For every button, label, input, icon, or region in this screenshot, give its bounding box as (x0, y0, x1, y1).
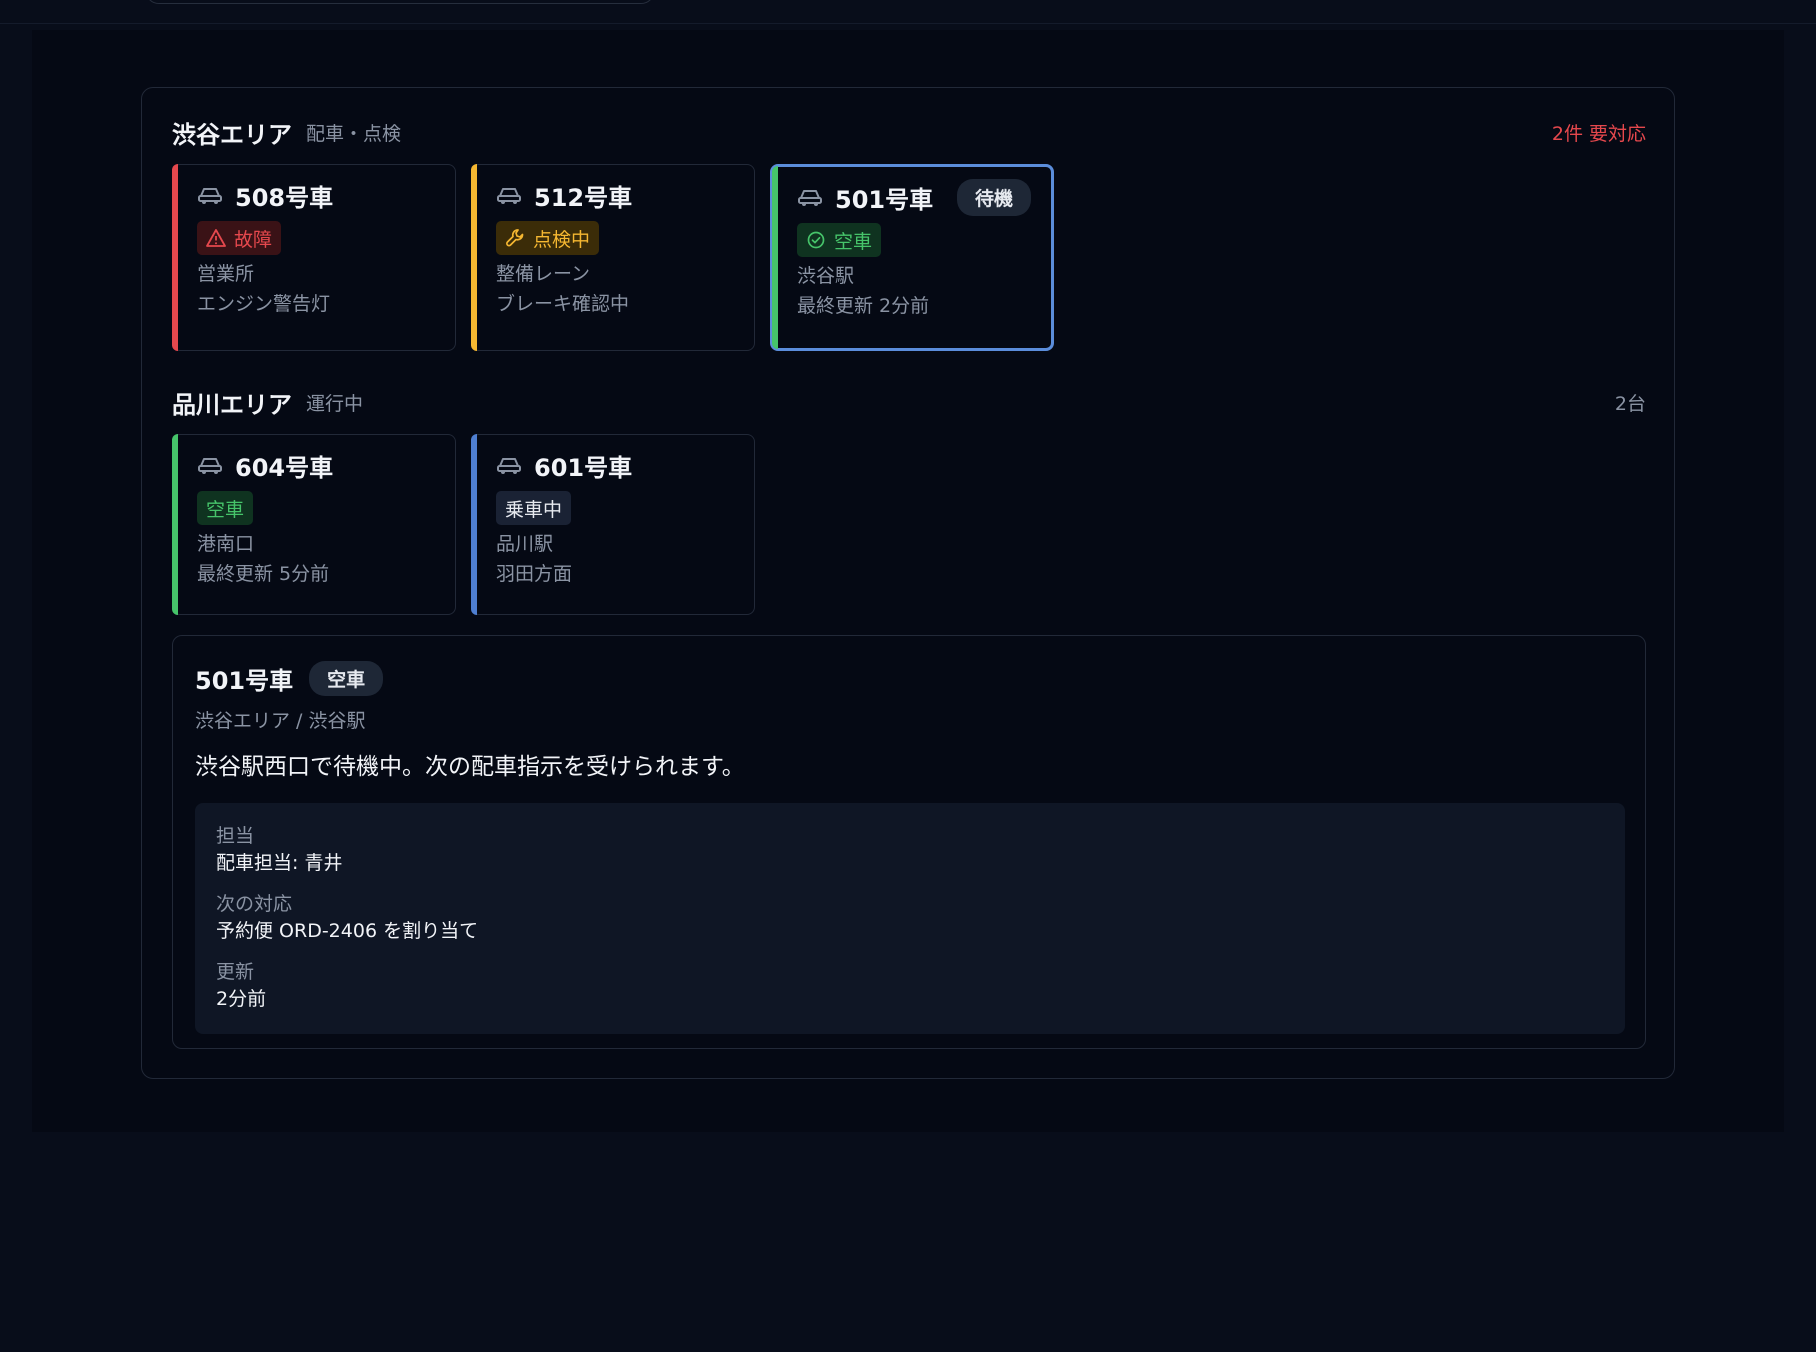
car-icon (497, 188, 521, 204)
vehicle-card-501[interactable]: 501号車 待機 空車 渋谷駅 最終更新 2分前 (770, 164, 1054, 351)
status-badge-vacant: 空車 (797, 223, 882, 257)
status-badge-occupied: 乗車中 (496, 491, 572, 525)
group-subtitle: 配車・点検 (306, 122, 402, 145)
status-label: 空車 (834, 230, 873, 253)
vehicle-name: 501号車 (835, 185, 934, 214)
detail-description: 渋谷駅西口で待機中。次の配車指示を受けられます。 (195, 754, 745, 780)
vehicle-note: 羽田方面 (496, 563, 573, 585)
group-title: 品川エリア (172, 390, 292, 419)
vehicle-name: 512号車 (534, 183, 633, 212)
fact-value-next-action: 予約便 ORD-2406 を割り当て (216, 920, 479, 942)
fact-label-next-action: 次の対応 (216, 893, 293, 915)
fleet-panel: 渋谷エリア 配車・点検 2件 要対応 508号車 故障 営業所 エンジン警告灯 … (141, 87, 1675, 1079)
detail-status-pill: 空車 (309, 660, 384, 696)
status-label: 故障 (234, 228, 273, 251)
fact-value-updated: 2分前 (216, 988, 267, 1010)
car-icon (497, 458, 521, 474)
vehicle-name: 508号車 (235, 183, 334, 212)
car-icon (198, 188, 222, 204)
fact-label-updated: 更新 (216, 961, 255, 983)
vehicle-location: 品川駅 (496, 533, 554, 555)
fact-label-assignee: 担当 (216, 825, 255, 847)
group-header-shinagawa: 品川エリア 運行中 2台 (172, 382, 1646, 422)
status-badge-inspection: 点検中 (496, 221, 600, 255)
vehicle-location: 営業所 (197, 263, 255, 285)
vehicle-detail-panel: 501号車 空車 渋谷エリア / 渋谷駅 渋谷駅西口で待機中。次の配車指示を受け… (172, 635, 1646, 1049)
fact-value-assignee: 配車担当: 青井 (216, 852, 343, 874)
group-header-shibuya: 渋谷エリア 配車・点検 2件 要対応 (172, 112, 1646, 152)
vehicle-note: ブレーキ確認中 (496, 293, 630, 315)
vehicle-card-604[interactable]: 604号車 空車 港南口 最終更新 5分前 (172, 434, 456, 615)
detail-breadcrumb: 渋谷エリア / 渋谷駅 (195, 710, 366, 732)
car-icon (198, 458, 222, 474)
vehicle-cards-shinagawa: 604号車 空車 港南口 最終更新 5分前 601号車 乗車中 品川駅 羽田方面 (172, 434, 755, 615)
vehicle-location: 港南口 (197, 533, 255, 555)
status-label: 点検中 (533, 228, 591, 251)
car-icon (798, 190, 822, 206)
status-badge-fault: 故障 (197, 221, 282, 255)
group-vehicle-count: 2台 (1614, 392, 1646, 415)
status-label: 空車 (206, 498, 245, 521)
vehicle-location: 渋谷駅 (797, 265, 855, 287)
detail-title: 501号車 (195, 666, 294, 695)
search-field-edge[interactable] (145, 0, 655, 4)
group-title: 渋谷エリア (172, 120, 292, 149)
vehicle-name: 604号車 (235, 453, 334, 482)
vehicle-card-508[interactable]: 508号車 故障 営業所 エンジン警告灯 (172, 164, 456, 351)
wrench-icon (506, 229, 524, 247)
status-label: 乗車中 (505, 498, 563, 521)
group-subtitle: 運行中 (306, 392, 364, 415)
check-circle-icon (807, 231, 825, 249)
vehicle-name: 601号車 (534, 453, 633, 482)
group-alert-count: 2件 要対応 (1551, 122, 1646, 145)
status-badge-vacant: 空車 (197, 491, 254, 525)
vehicle-note: 最終更新 2分前 (797, 295, 930, 317)
vehicle-card-601[interactable]: 601号車 乗車中 品川駅 羽田方面 (471, 434, 755, 615)
detail-facts: 担当 配車担当: 青井 次の対応 予約便 ORD-2406 を割り当て 更新 2… (195, 803, 1625, 1034)
vehicle-card-512[interactable]: 512号車 点検中 整備レーン ブレーキ確認中 (471, 164, 755, 351)
vehicle-location: 整備レーン (496, 263, 591, 285)
top-bar (0, 0, 1816, 24)
vehicle-note: 最終更新 5分前 (197, 563, 330, 585)
standby-pill: 待機 (956, 178, 1031, 216)
warning-icon (206, 229, 226, 247)
vehicle-note: エンジン警告灯 (197, 293, 331, 315)
vehicle-cards-shibuya: 508号車 故障 営業所 エンジン警告灯 512号車 点検中 整備レーン ブレー… (172, 164, 1054, 351)
